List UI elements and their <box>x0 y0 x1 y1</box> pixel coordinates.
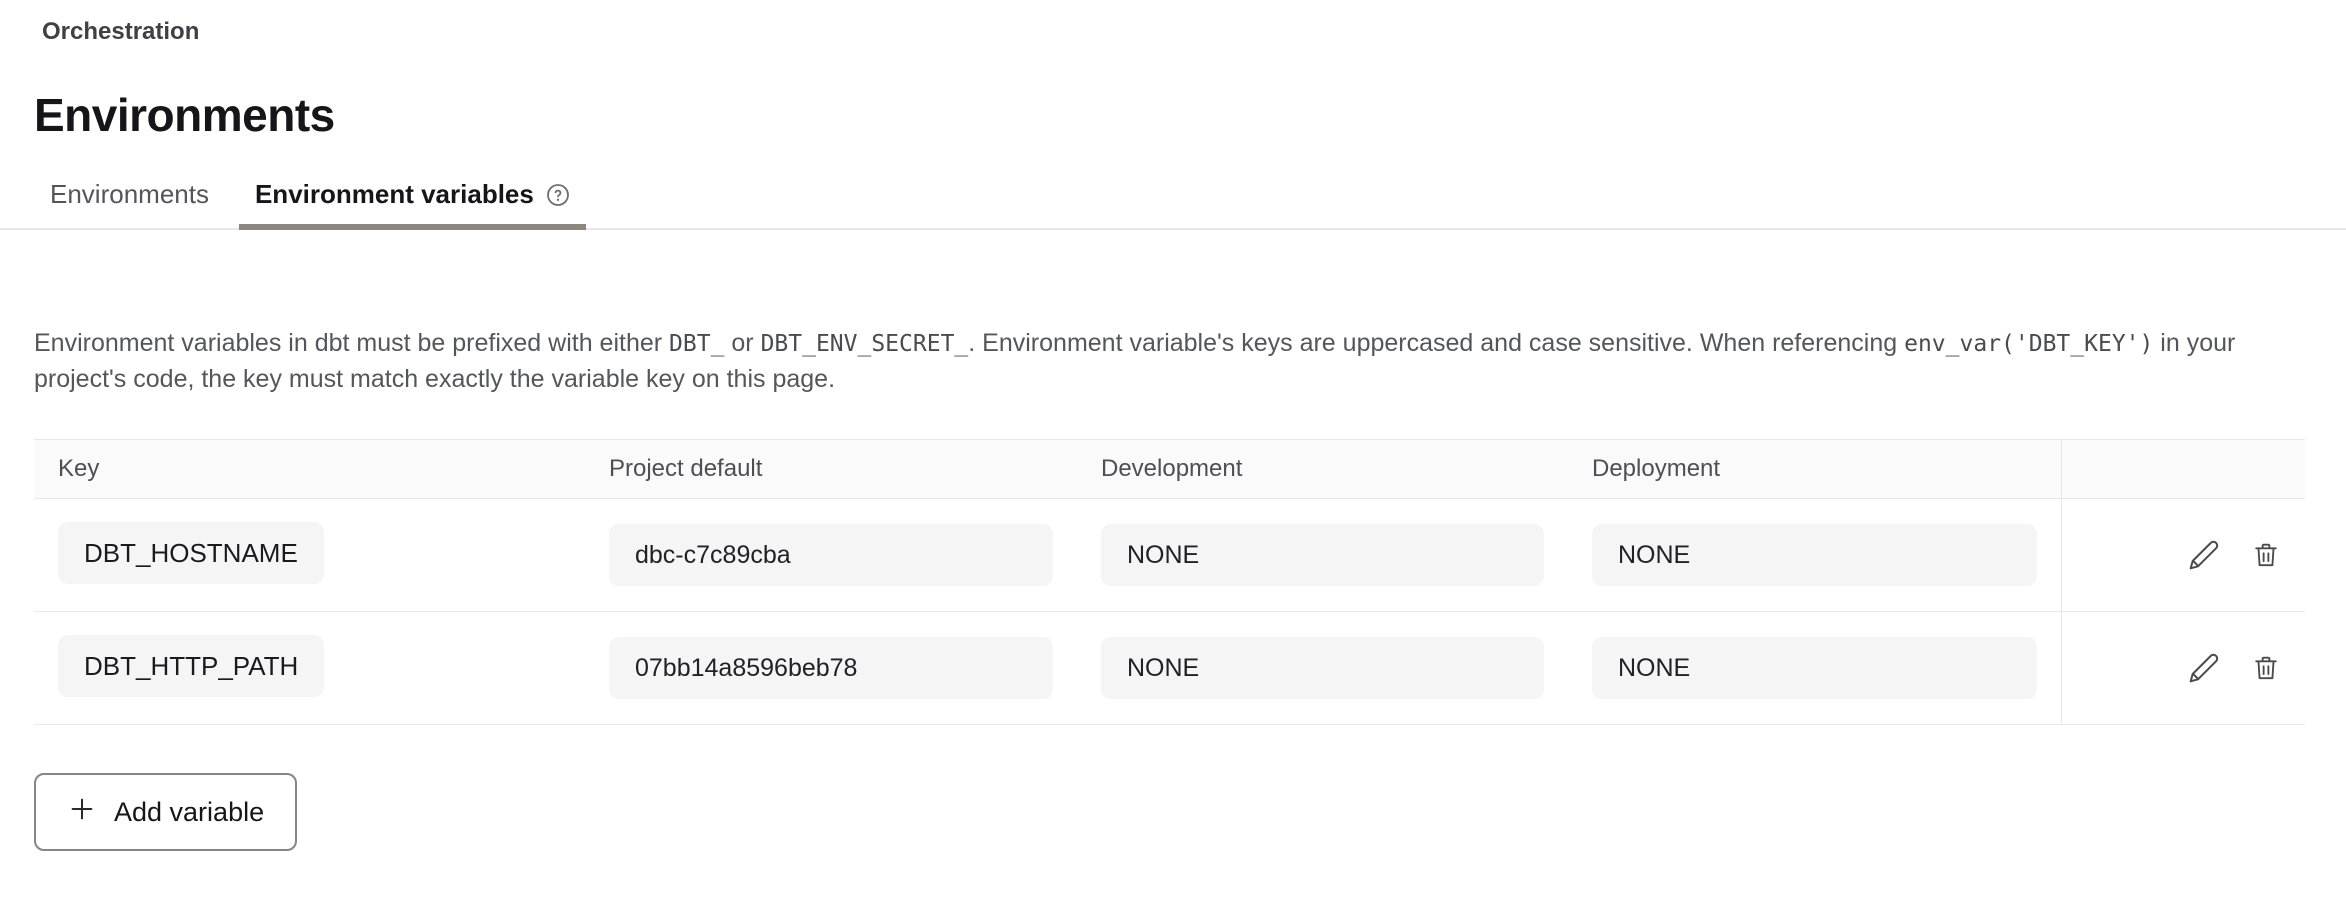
tabs: Environments Environment variables <box>0 179 2346 228</box>
delete-variable-button[interactable] <box>2249 651 2283 685</box>
key-cell: DBT_HTTP_PATH <box>34 635 585 702</box>
column-header-development: Development <box>1077 455 1568 483</box>
tab-environment-variables-label: Environment variables <box>255 179 534 210</box>
environments-page: Orchestration Environments Environments … <box>0 18 2346 851</box>
deployment-cell: NONE <box>1568 524 2061 586</box>
env-var-key-pill: DBT_HOSTNAME <box>58 522 324 584</box>
deployment-value-pill: NONE <box>1592 637 2037 699</box>
description: Environment variables in dbt must be pre… <box>34 326 2312 397</box>
pencil-icon <box>2188 539 2220 571</box>
description-code-segment: env_var('DBT_KEY') <box>1904 331 2153 357</box>
delete-variable-button[interactable] <box>2249 538 2283 572</box>
project-default-value-pill: dbc-c7c89cba <box>609 524 1053 586</box>
tabs-bar: Environments Environment variables <box>0 179 2346 230</box>
table-body: DBT_HOSTNAME dbc-c7c89cba NONE NONE <box>34 499 2305 725</box>
tab-environment-variables[interactable]: Environment variables <box>239 179 586 228</box>
development-cell: NONE <box>1077 524 1568 586</box>
edit-variable-button[interactable] <box>2187 651 2221 685</box>
column-header-deployment: Deployment <box>1568 455 2061 483</box>
table-row: DBT_HOSTNAME dbc-c7c89cba NONE NONE <box>34 499 2305 612</box>
deployment-value-pill: NONE <box>1592 524 2037 586</box>
plus-icon <box>67 794 97 831</box>
description-code-segment: DBT_ENV_SECRET_ <box>761 331 969 357</box>
breadcrumb: Orchestration <box>42 18 2312 46</box>
tab-environments-label: Environments <box>50 179 209 210</box>
development-value-pill: NONE <box>1101 524 1544 586</box>
description-text-segment: . Environment variable's keys are upperc… <box>968 329 1904 357</box>
trash-icon <box>2251 540 2281 570</box>
development-value-pill: NONE <box>1101 637 1544 699</box>
description-code-segment: DBT_ <box>669 331 724 357</box>
row-actions <box>2061 612 2305 724</box>
add-variable-button[interactable]: Add variable <box>34 773 297 851</box>
column-header-project-default: Project default <box>585 455 1077 483</box>
row-actions <box>2061 499 2305 611</box>
project-default-value-pill: 07bb14a8596beb78 <box>609 637 1053 699</box>
edit-variable-button[interactable] <box>2187 538 2221 572</box>
env-var-key-pill: DBT_HTTP_PATH <box>58 635 324 697</box>
add-variable-label: Add variable <box>114 797 264 828</box>
trash-icon <box>2251 653 2281 683</box>
key-cell: DBT_HOSTNAME <box>34 522 585 589</box>
tab-environments[interactable]: Environments <box>34 179 225 228</box>
column-header-key: Key <box>34 455 585 483</box>
help-icon[interactable] <box>546 183 570 207</box>
development-cell: NONE <box>1077 637 1568 699</box>
column-header-actions <box>2061 440 2305 498</box>
project-default-cell: 07bb14a8596beb78 <box>585 637 1077 699</box>
pencil-icon <box>2188 652 2220 684</box>
page-title: Environments <box>34 88 2312 142</box>
description-text-segment: Environment variables in dbt must be pre… <box>34 329 669 357</box>
table-header: Key Project default Development Deployme… <box>34 439 2305 499</box>
deployment-cell: NONE <box>1568 637 2061 699</box>
description-text-segment: or <box>724 329 760 357</box>
env-vars-table: Key Project default Development Deployme… <box>34 439 2305 725</box>
table-row: DBT_HTTP_PATH 07bb14a8596beb78 NONE NONE <box>34 612 2305 725</box>
project-default-cell: dbc-c7c89cba <box>585 524 1077 586</box>
